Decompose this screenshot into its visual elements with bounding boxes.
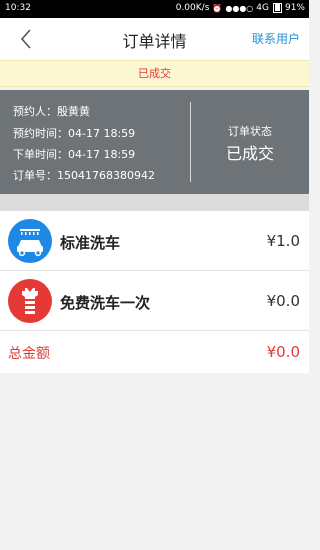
booking-time: 预约时间：04-17 18:59 bbox=[13, 127, 136, 140]
title-bar: 订单详情 联系用户 bbox=[0, 18, 309, 60]
total-label: 总金额 bbox=[8, 346, 50, 362]
order-info-panel: 预约人：殷黄黄 预约时间：04-17 18:59 下单时间：04-17 18:5… bbox=[0, 90, 309, 194]
status-indicators: 0.00K/s ⏰ ●●●○ 4G 91% bbox=[176, 3, 305, 13]
net-speed: 0.00K/s bbox=[175, 3, 210, 13]
order-state-label: 订单状态 bbox=[228, 125, 272, 138]
car-wash-icon bbox=[8, 219, 52, 263]
status-bar: 10:32 0.00K/s ⏰ ●●●○ 4G 91% bbox=[0, 0, 309, 18]
contact-user-button[interactable]: 联系用户 bbox=[252, 30, 300, 47]
battery-level: 91% bbox=[284, 3, 305, 13]
total-row: 总金额 ¥0.0 bbox=[0, 331, 309, 373]
item-name: 标准洗车 bbox=[60, 234, 121, 252]
order-time: 下单时间：04-17 18:59 bbox=[13, 148, 136, 161]
order-number: 订单号：15041768380942 bbox=[13, 169, 155, 182]
item-list: 标准洗车 ¥1.0 免费洗车一次 ¥0.0 总金额 ¥0.0 bbox=[0, 211, 309, 373]
battery-icon bbox=[272, 3, 282, 13]
item-price: ¥0.0 bbox=[266, 292, 300, 310]
list-item: 标准洗车 ¥1.0 bbox=[0, 211, 309, 271]
status-banner: 已成交 bbox=[0, 60, 309, 87]
item-name: 免费洗车一次 bbox=[60, 294, 151, 312]
free-wash-icon bbox=[8, 279, 52, 323]
order-state-value: 已成交 bbox=[225, 144, 274, 163]
network-type: 4G bbox=[256, 3, 269, 13]
booker-name: 预约人：殷黄黄 bbox=[13, 105, 90, 118]
section-separator bbox=[0, 194, 309, 211]
total-value: ¥0.0 bbox=[266, 343, 300, 361]
list-item: 免费洗车一次 ¥0.0 bbox=[0, 271, 309, 331]
signal-dots-icon: ●●●○ bbox=[225, 3, 254, 13]
status-time: 10:32 bbox=[5, 3, 31, 13]
item-price: ¥1.0 bbox=[266, 232, 300, 250]
alarm-icon: ⏰ bbox=[212, 3, 223, 13]
